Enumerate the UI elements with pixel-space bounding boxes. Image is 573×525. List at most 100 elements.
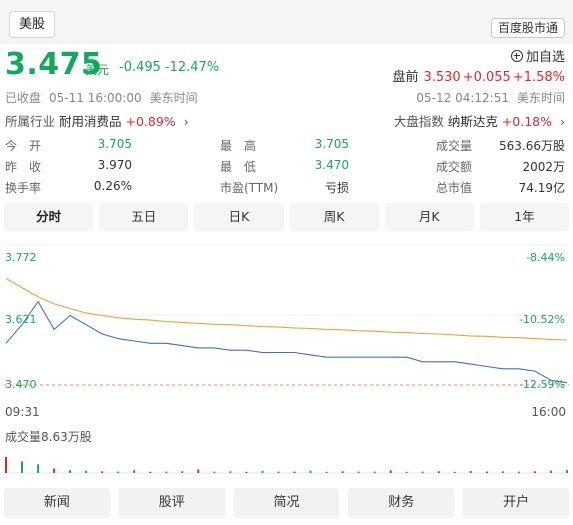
volume-chart[interactable]	[0, 444, 573, 474]
y-right-label-bottom: -12.59%	[519, 378, 565, 391]
index-change: +0.18%	[501, 114, 553, 129]
tab-five-day[interactable]: 五日	[99, 203, 189, 231]
stat-market-cap: 总市值 74.19亿	[436, 179, 565, 195]
volume-bar	[213, 471, 216, 474]
volume-bar	[261, 471, 264, 473]
x-label-start: 09:31	[5, 405, 40, 419]
tab-monthly-k[interactable]: 月K	[384, 203, 474, 231]
premarket-price: 3.530	[423, 70, 461, 85]
stat-volume: 成交量 563.66万股	[436, 137, 565, 153]
stat-label: 成交额	[436, 160, 473, 174]
industry-change: +0.89%	[125, 114, 176, 129]
volume-bar	[469, 471, 472, 473]
index-name: 纳斯达克	[447, 114, 498, 129]
volume-bar	[501, 471, 504, 473]
index-link[interactable]: 大盘指数 纳斯达克 +0.18% ›	[394, 111, 565, 130]
x-label-end: 16:00	[531, 405, 566, 419]
market-tab-us[interactable]: 美股	[9, 11, 56, 38]
volume-bar	[309, 470, 312, 473]
chart-period-tabs: 分时 五日 日K 周K 月K 1年	[4, 203, 570, 231]
premarket-status: 05-12 04:12:51 美东时间	[416, 89, 565, 106]
tab-one-year[interactable]: 1年	[479, 203, 570, 231]
nav-news[interactable]: 新闻	[4, 488, 110, 518]
stat-low: 最 低 3.470	[220, 158, 349, 174]
volume-bar	[37, 464, 40, 473]
volume-bar	[485, 471, 488, 474]
stat-value: 3.705	[97, 137, 132, 151]
chevron-right-icon: ›	[183, 114, 189, 129]
y-right-label-mid: -10.52%	[519, 313, 565, 326]
stat-value: 0.26%	[93, 179, 132, 193]
volume-bar	[197, 469, 200, 473]
volume-bar	[533, 471, 536, 473]
stat-value: 3.470	[314, 158, 349, 172]
stat-high: 最 高 3.705	[220, 137, 349, 153]
volume-bar	[566, 470, 568, 473]
volume-bar	[293, 471, 296, 474]
add-watchlist-label: 加自选	[525, 50, 565, 65]
volume-bar	[165, 471, 168, 474]
stat-pe-ttm: 市盈(TTM) 亏损	[220, 179, 349, 195]
stat-label: 昨 收	[5, 160, 42, 174]
bottom-nav: 新闻 股评 简况 财务 开户	[4, 488, 569, 518]
stat-value: 2002万	[522, 160, 565, 174]
industry-link[interactable]: 所属行业 耐用消费品 +0.89% ›	[5, 111, 189, 130]
y-left-label-bottom: 3.470	[5, 378, 37, 391]
stat-turnover-rate: 换手率 0.26%	[5, 179, 132, 195]
nav-open-account[interactable]: 开户	[463, 488, 569, 518]
volume-bar	[101, 471, 104, 473]
index-label: 大盘指数	[393, 114, 444, 129]
plus-circle-icon	[510, 49, 523, 62]
nav-stock-comments[interactable]: 股评	[118, 488, 225, 518]
tab-intraday[interactable]: 分时	[4, 203, 94, 231]
close-state: 已收盘	[5, 91, 42, 105]
close-time: 05-11 16:00:00	[49, 91, 142, 105]
stat-label: 成交量	[436, 139, 473, 153]
volume-bar	[149, 471, 152, 473]
stat-value: 3.970	[97, 158, 132, 172]
volume-bar	[357, 471, 360, 474]
stat-open: 今 开 3.705	[5, 137, 132, 153]
volume-bar	[53, 468, 56, 473]
volume-bar	[277, 471, 280, 474]
average-price-line	[5, 277, 568, 341]
premarket-change: +0.055	[462, 70, 511, 85]
premarket-change-pct: +1.58%	[512, 70, 565, 85]
volume-bar	[389, 470, 392, 473]
stat-label: 换手率	[5, 181, 42, 195]
volume-bar	[21, 461, 23, 473]
volume-bar	[5, 457, 7, 473]
industry-label: 所属行业	[5, 114, 56, 129]
premarket-time: 05-12 04:12:51	[416, 91, 509, 105]
stat-label: 今 开	[5, 139, 42, 153]
volume-bar	[325, 471, 328, 473]
volume-bar	[421, 471, 424, 474]
intraday-price-chart[interactable]: 3.772 3.621 3.470 -8.44% -10.52% -12.59%	[0, 240, 573, 402]
nav-financials[interactable]: 财务	[348, 488, 455, 518]
y-right-label-top: -8.44%	[526, 251, 565, 264]
change-percent: -12.47%	[164, 60, 220, 75]
volume-bar	[133, 470, 136, 473]
add-watchlist-button[interactable]: 加自选	[510, 46, 565, 65]
stat-value: 3.705	[314, 137, 349, 151]
nav-profile[interactable]: 简况	[233, 488, 340, 518]
stat-label: 市盈(TTM)	[220, 181, 279, 195]
volume-bar	[341, 471, 344, 473]
baidu-stock-connect-button[interactable]: 百度股市通	[490, 18, 565, 38]
change-amount: -0.495	[119, 60, 161, 75]
close-timezone: 美东时间	[149, 91, 198, 105]
price-change: -0.495 -12.47%	[119, 60, 223, 75]
volume-bar	[405, 471, 408, 473]
stat-label: 最 高	[220, 139, 257, 153]
volume-bar	[69, 470, 72, 473]
chevron-right-icon: ›	[560, 114, 565, 129]
volume-bar	[181, 471, 184, 473]
tab-daily-k[interactable]: 日K	[194, 203, 284, 231]
industry-name: 耐用消费品	[59, 114, 122, 129]
tab-weekly-k[interactable]: 周K	[289, 203, 379, 231]
stat-value: 563.66万股	[499, 139, 565, 153]
volume-bar	[245, 471, 248, 473]
stat-label: 最 低	[220, 160, 257, 174]
y-left-label-top: 3.772	[5, 251, 37, 264]
volume-bar	[517, 471, 520, 474]
